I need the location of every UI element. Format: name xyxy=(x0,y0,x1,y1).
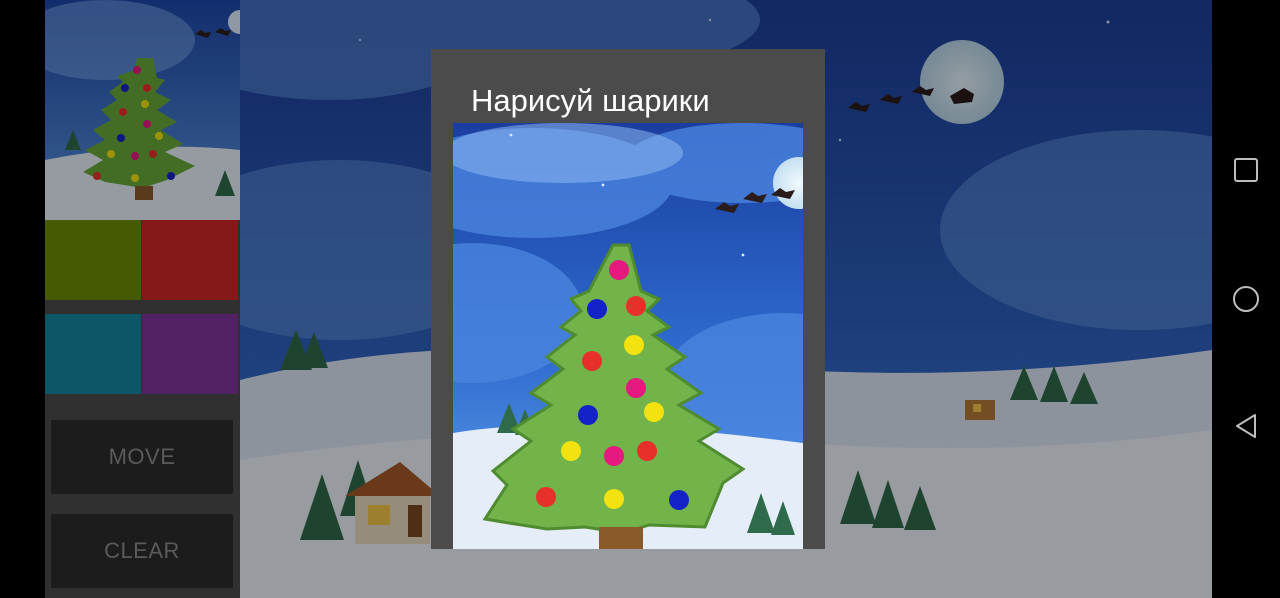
color-swatch-olive[interactable] xyxy=(45,220,141,300)
ornament xyxy=(624,335,644,355)
ornament xyxy=(609,260,629,280)
moon xyxy=(920,40,1004,124)
clear-button[interactable]: CLEAR xyxy=(51,514,233,588)
recents-icon[interactable] xyxy=(1226,150,1266,190)
cottage xyxy=(965,400,995,420)
color-swatch-purple[interactable] xyxy=(142,314,238,394)
ornament xyxy=(644,402,664,422)
back-icon[interactable] xyxy=(1226,406,1266,446)
ornament xyxy=(637,441,657,461)
ornament xyxy=(587,299,607,319)
left-panel: MOVE CLEAR xyxy=(45,0,240,598)
ornament xyxy=(582,351,602,371)
move-button[interactable]: MOVE xyxy=(51,420,233,494)
color-swatch-red[interactable] xyxy=(142,220,238,300)
tree-preview xyxy=(45,0,240,220)
ornament xyxy=(604,489,624,509)
ornament xyxy=(578,405,598,425)
dialog-title: Нарисуй шарики xyxy=(471,83,710,118)
ornament xyxy=(536,487,556,507)
navigation-bar xyxy=(1212,0,1280,598)
left-black-bar xyxy=(0,0,45,598)
hint-dialog: Нарисуй шарики xyxy=(431,49,825,549)
ornament xyxy=(626,378,646,398)
ornament xyxy=(561,441,581,461)
ornament xyxy=(669,490,689,510)
color-swatch-teal[interactable] xyxy=(45,314,141,394)
ornament xyxy=(626,296,646,316)
example-tree-image xyxy=(453,123,803,549)
home-icon[interactable] xyxy=(1226,279,1266,319)
ornament xyxy=(604,446,624,466)
